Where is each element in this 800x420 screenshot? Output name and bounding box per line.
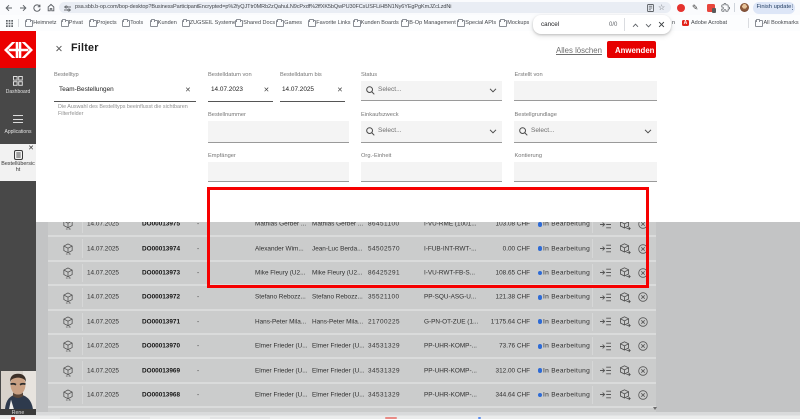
svg-text:C B: C B xyxy=(66,398,71,401)
svg-text:C B: C B xyxy=(66,227,71,230)
svg-text:C B: C B xyxy=(66,276,71,279)
svg-text:C B: C B xyxy=(66,374,71,377)
svg-text:C B: C B xyxy=(66,349,71,352)
svg-text:C B: C B xyxy=(66,301,71,304)
svg-text:C B: C B xyxy=(66,325,71,328)
svg-text:C B: C B xyxy=(66,252,71,255)
